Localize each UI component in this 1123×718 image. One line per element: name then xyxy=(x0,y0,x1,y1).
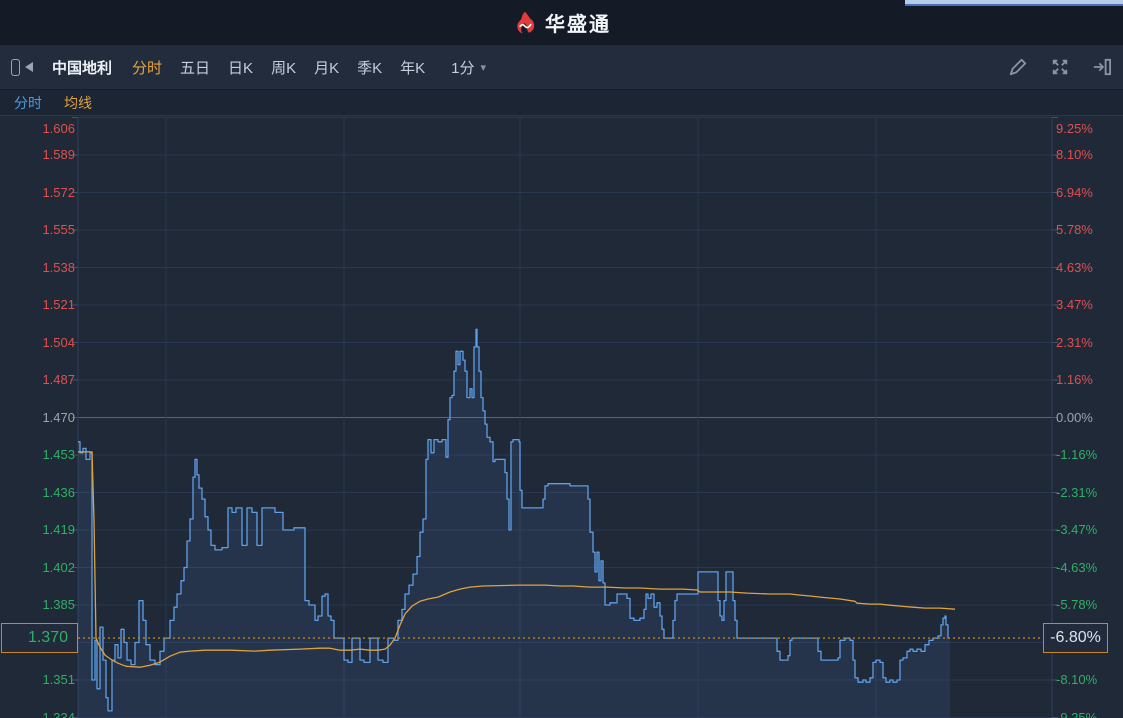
tab-yearly-k[interactable]: 年K xyxy=(400,57,425,78)
tab-daily-k[interactable]: 日K xyxy=(228,57,253,78)
tab-quarterly-k[interactable]: 季K xyxy=(357,57,382,78)
interval-dropdown[interactable]: 1分 ▾ xyxy=(451,57,486,78)
chart-legend: 分时 均线 xyxy=(0,90,1123,116)
period-tabs: 分时 五日 日K 周K 月K 季K 年K xyxy=(132,57,425,78)
legend-average-line[interactable]: 均线 xyxy=(64,93,92,113)
interval-label: 1分 xyxy=(451,57,474,78)
pop-out-panel-icon[interactable] xyxy=(1091,56,1113,78)
app-logo: 华盛通 xyxy=(512,8,611,37)
legend-minute-line[interactable]: 分时 xyxy=(14,93,42,113)
draw-pencil-icon[interactable] xyxy=(1007,56,1029,78)
flame-logo-icon xyxy=(512,10,538,36)
tab-weekly-k[interactable]: 周K xyxy=(271,57,296,78)
chevron-down-icon: ▾ xyxy=(480,61,486,74)
overlapping-window-edge-line xyxy=(905,4,1123,6)
trading-app-window: { "top_bar": { "logo_text": "华盛通" }, "to… xyxy=(0,0,1123,718)
stock-name: 中国地利 xyxy=(52,57,112,78)
app-header: 华盛通 xyxy=(0,0,1123,45)
tab-monthly-k[interactable]: 月K xyxy=(314,57,339,78)
collapse-panel-icon[interactable] xyxy=(11,57,37,77)
app-title: 华盛通 xyxy=(545,8,611,37)
tab-5day[interactable]: 五日 xyxy=(180,57,210,78)
fullscreen-expand-icon[interactable] xyxy=(1049,56,1071,78)
toolbar-actions xyxy=(1007,45,1113,89)
current-price-box: 1.370 xyxy=(1,623,78,653)
chart-toolbar: 中国地利 分时 五日 日K 周K 月K 季K 年K 1分 ▾ xyxy=(0,45,1123,90)
tab-minute[interactable]: 分时 xyxy=(132,57,162,78)
current-change-percent-box: -6.80% xyxy=(1043,623,1108,653)
